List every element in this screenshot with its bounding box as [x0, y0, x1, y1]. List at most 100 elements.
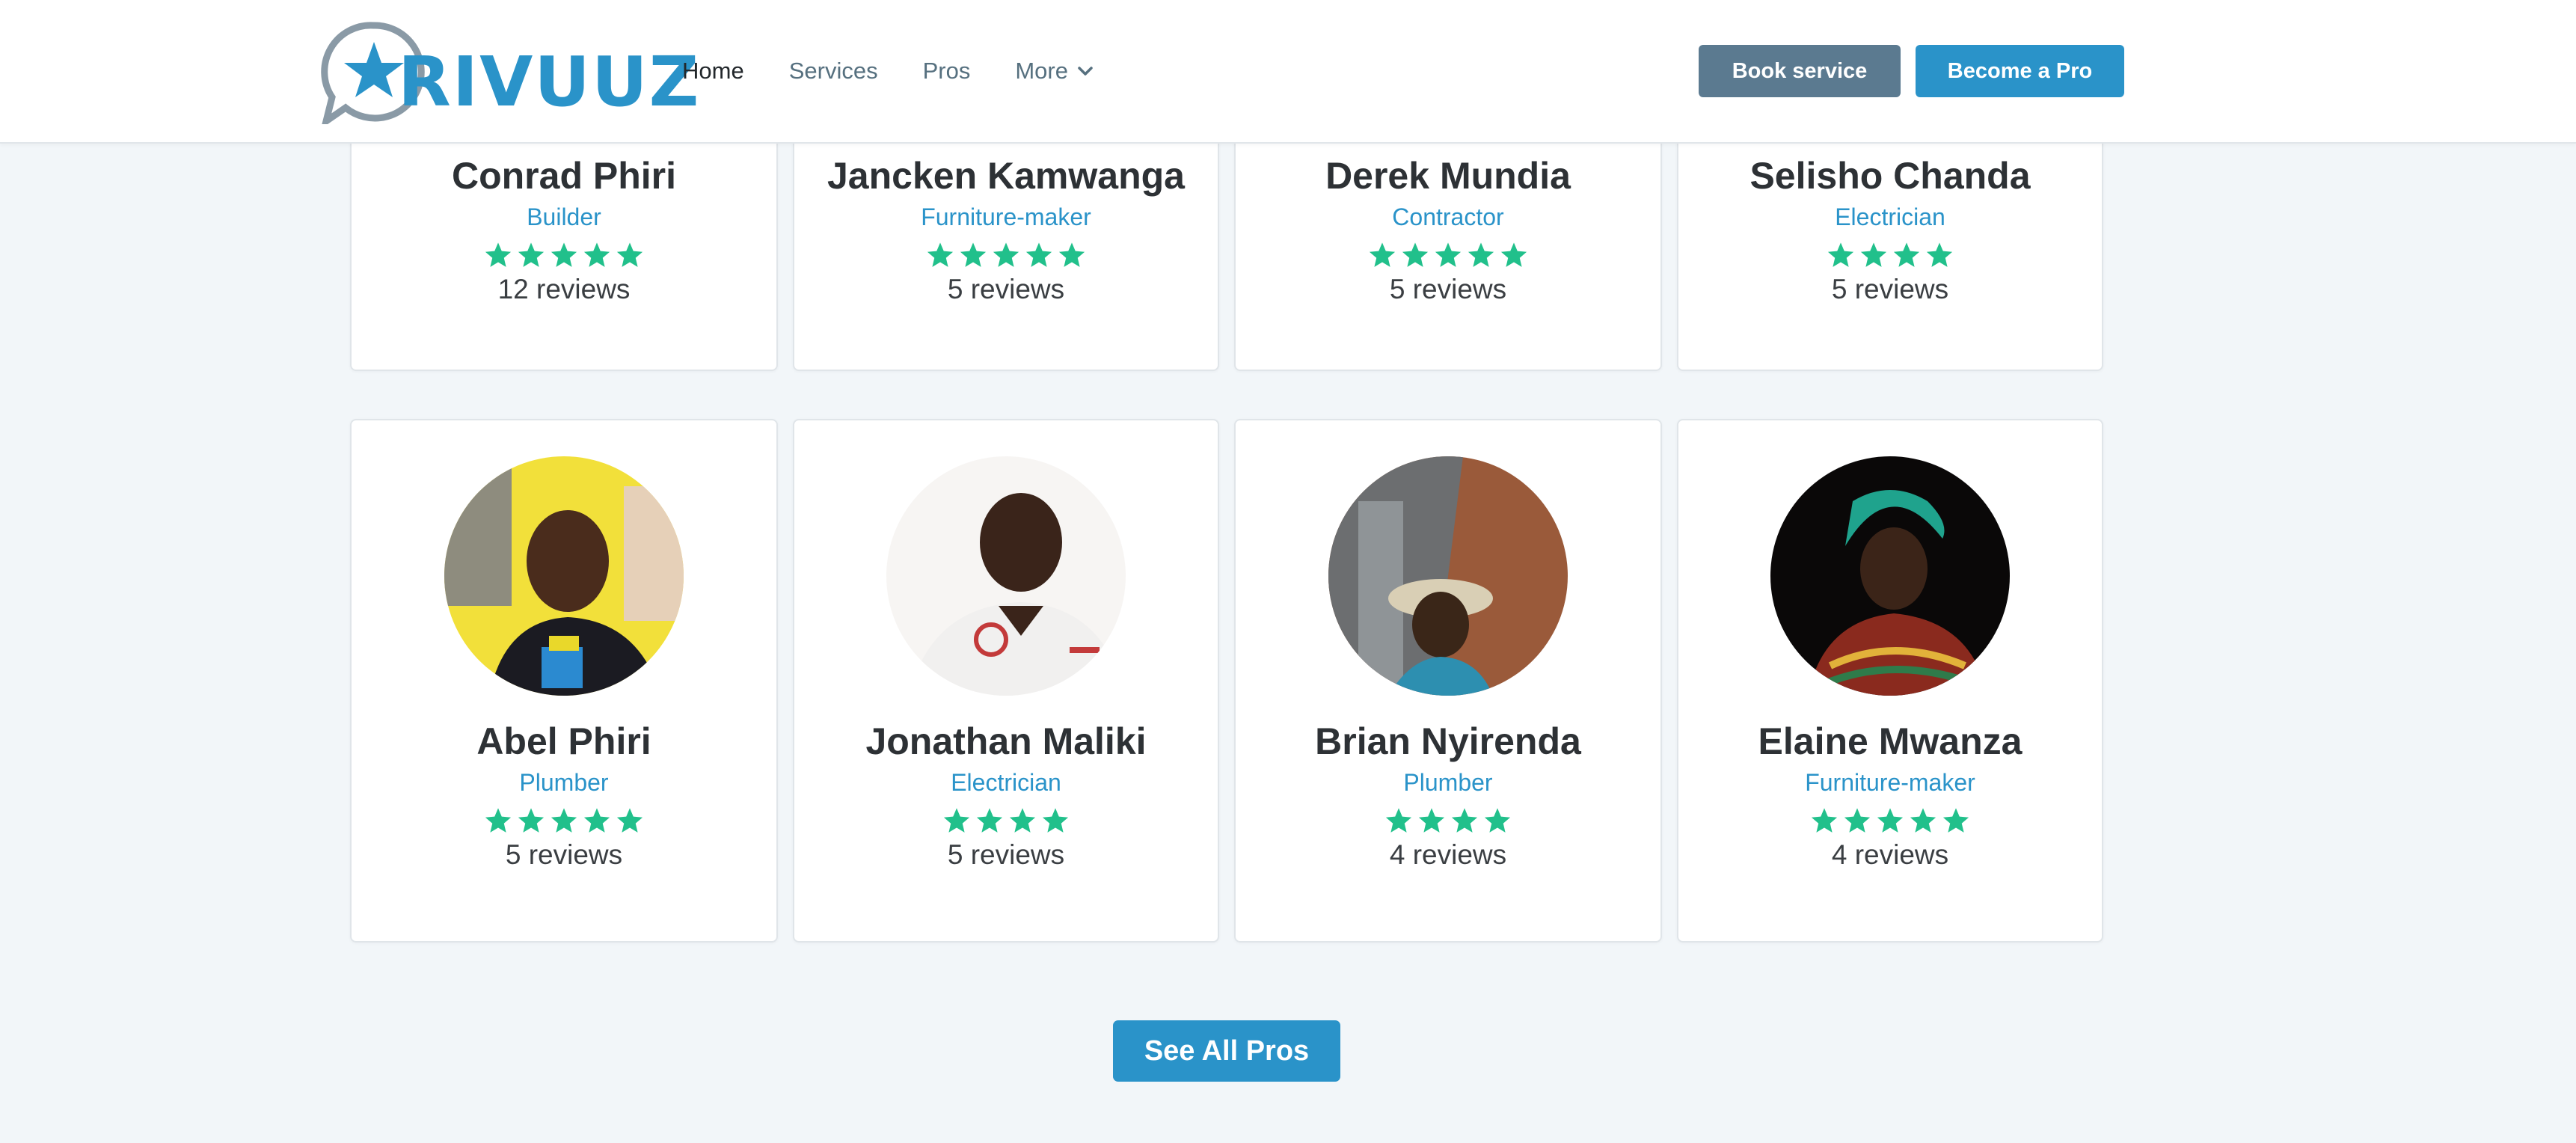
star-icon — [616, 808, 643, 833]
pro-trade: Furniture-maker — [921, 203, 1091, 230]
nav-more-label: More — [1015, 58, 1068, 84]
pro-card[interactable]: Abel Phiri Plumber 5 reviews — [350, 419, 778, 943]
review-count: 5 reviews — [505, 839, 623, 870]
pro-trade: Electrician — [1835, 203, 1945, 230]
star-icon — [1942, 808, 1969, 833]
pro-card[interactable]: Conrad Phiri Builder 12 reviews — [350, 112, 778, 371]
star-icon — [583, 808, 610, 833]
review-count: 12 reviews — [497, 274, 631, 304]
star-icon — [1827, 242, 1854, 267]
star-icon — [1500, 242, 1527, 267]
star-icon — [485, 242, 512, 267]
star-icon — [1025, 242, 1052, 267]
site-header: RIVUUZ Home Services Pros More Book serv… — [0, 0, 2576, 144]
star-icon — [1369, 242, 1396, 267]
star-icon — [1468, 242, 1494, 267]
avatar — [886, 456, 1126, 696]
star-icon — [1811, 808, 1838, 833]
pro-name: Jonathan Maliki — [865, 720, 1147, 762]
pro-trade: Contractor — [1392, 203, 1504, 230]
pro-name: Derek Mundia — [1325, 155, 1571, 197]
book-service-button[interactable]: Book service — [1699, 45, 1901, 97]
rating-stars — [352, 806, 776, 835]
star-icon — [1860, 242, 1887, 267]
pro-name: Elaine Mwanza — [1758, 720, 2023, 762]
nav-more[interactable]: More — [1015, 58, 1094, 85]
star-icon — [1844, 808, 1871, 833]
avatar-image — [1328, 456, 1568, 696]
pro-trade: Builder — [527, 203, 601, 230]
pro-trade: Furniture-maker — [1805, 769, 1975, 796]
star-icon — [993, 242, 1019, 267]
review-count: 5 reviews — [947, 274, 1065, 304]
star-icon — [551, 242, 577, 267]
star-icon — [485, 808, 512, 833]
main-nav: Home Services Pros More — [682, 52, 1138, 90]
see-all-pros-button[interactable]: See All Pros — [1113, 1020, 1340, 1082]
review-count: 5 reviews — [947, 839, 1065, 870]
star-icon — [518, 242, 545, 267]
rating-stars — [794, 806, 1218, 835]
nav-pros-label: Pros — [922, 58, 971, 84]
pro-card[interactable]: Jonathan Maliki Electrician 5 reviews — [793, 419, 1219, 943]
star-icon — [1484, 808, 1511, 833]
become-pro-button[interactable]: Become a Pro — [1916, 45, 2124, 97]
avatar-image — [1770, 456, 2010, 696]
nav-services-label: Services — [788, 58, 878, 84]
avatar — [444, 456, 684, 696]
star-icon — [960, 242, 987, 267]
star-icon — [976, 808, 1003, 833]
star-icon — [1058, 242, 1085, 267]
avatar-image — [886, 456, 1126, 696]
rating-stars — [1236, 806, 1660, 835]
pro-name: Selisho Chanda — [1749, 155, 2031, 197]
rating-stars — [1678, 241, 2102, 269]
chevron-down-icon — [1078, 67, 1093, 76]
nav-home[interactable]: Home — [682, 58, 744, 85]
star-icon — [1926, 242, 1953, 267]
pro-name: Abel Phiri — [476, 720, 651, 762]
pro-card[interactable]: Jancken Kamwanga Furniture-maker 5 revie… — [793, 112, 1219, 371]
star-icon — [616, 242, 643, 267]
star-icon — [518, 808, 545, 833]
star-icon — [1893, 242, 1920, 267]
star-icon — [1435, 242, 1462, 267]
nav-services[interactable]: Services — [789, 58, 878, 85]
star-icon — [1385, 808, 1412, 833]
review-count: 4 reviews — [1831, 839, 1949, 870]
pro-card[interactable]: Derek Mundia Contractor 5 reviews — [1234, 112, 1662, 371]
nav-home-label: Home — [682, 58, 744, 84]
pro-trade: Plumber — [1403, 769, 1493, 796]
star-icon — [1877, 808, 1904, 833]
review-count: 5 reviews — [1831, 274, 1949, 304]
pro-trade: Electrician — [951, 769, 1061, 796]
pro-trade: Plumber — [519, 769, 609, 796]
site-logo[interactable]: RIVUUZ — [316, 19, 699, 124]
star-icon — [551, 808, 577, 833]
star-icon — [1451, 808, 1478, 833]
nav-pros[interactable]: Pros — [923, 58, 971, 85]
star-icon — [583, 242, 610, 267]
avatar — [1770, 456, 2010, 696]
star-icon — [943, 808, 970, 833]
star-icon — [927, 242, 954, 267]
logo-text: RIVUUZ — [398, 42, 701, 122]
rating-stars — [352, 241, 776, 269]
star-icon — [1402, 242, 1429, 267]
star-icon — [1042, 808, 1069, 833]
rating-stars — [1236, 241, 1660, 269]
pro-name: Conrad Phiri — [451, 155, 677, 197]
star-icon — [1418, 808, 1445, 833]
review-count: 5 reviews — [1389, 274, 1507, 304]
avatar — [1328, 456, 1568, 696]
pro-card[interactable]: Elaine Mwanza Furniture-maker 4 reviews — [1677, 419, 2103, 943]
rating-stars — [794, 241, 1218, 269]
star-icon — [1910, 808, 1936, 833]
rating-stars — [1678, 806, 2102, 835]
pro-name: Jancken Kamwanga — [827, 155, 1185, 197]
pro-card[interactable]: Brian Nyirenda Plumber 4 reviews — [1234, 419, 1662, 943]
pro-card[interactable]: Selisho Chanda Electrician 5 reviews — [1677, 112, 2103, 371]
star-icon — [1009, 808, 1036, 833]
avatar-image — [444, 456, 684, 696]
review-count: 4 reviews — [1389, 839, 1507, 870]
